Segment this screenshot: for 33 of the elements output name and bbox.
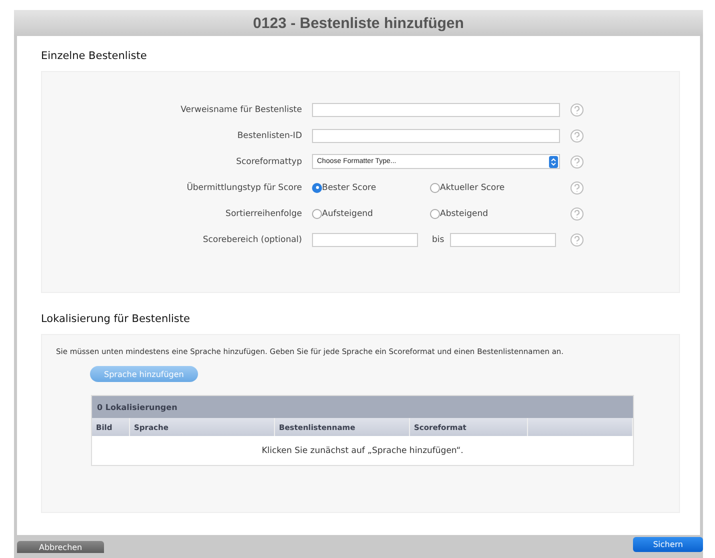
help-icon[interactable] (570, 102, 584, 116)
text-input[interactable] (312, 102, 560, 116)
field-label: Scorebereich (optional) (202, 234, 302, 244)
radio-option[interactable]: Absteigend (430, 208, 548, 218)
field-label: Scoreformattyp (235, 156, 302, 166)
help-icon[interactable] (570, 154, 584, 168)
window-title: 0123 - Bestenliste hinzufügen (253, 14, 464, 32)
cancel-button[interactable]: Abbrechen (17, 541, 104, 553)
field-label: Übermittlungstyp für Score (186, 182, 302, 192)
radio-icon[interactable] (430, 182, 440, 192)
range-separator: bis (432, 234, 444, 244)
help-icon[interactable] (570, 232, 584, 246)
help-icon[interactable] (570, 206, 584, 220)
field-label: Bestenlisten-ID (236, 130, 302, 140)
radio-icon[interactable] (312, 208, 322, 218)
help-icon[interactable] (570, 180, 584, 194)
stepper-icon (549, 156, 558, 168)
range-to-input[interactable] (450, 232, 556, 246)
field-label: Sortierreihenfolge (224, 208, 302, 218)
save-button[interactable]: Sichern (633, 537, 703, 552)
help-icon[interactable] (570, 128, 584, 142)
radio-icon[interactable] (430, 208, 440, 218)
radio-option[interactable]: Aufsteigend (312, 208, 430, 218)
section-title: Einzelne Bestenliste (41, 50, 148, 62)
table-title: 0 Lokalisierungen (97, 402, 178, 412)
radio-option[interactable]: Bester Score (312, 182, 430, 192)
radio-option[interactable]: Aktueller Score (430, 182, 548, 192)
text-input[interactable] (312, 128, 560, 142)
radio-icon[interactable] (312, 182, 322, 192)
field-label: Verweisname für Bestenliste (180, 104, 302, 114)
empty-message: Klicken Sie zunächst auf „Sprache hinzufügen“. (260, 444, 464, 458)
section-title: Lokalisierung für Bestenliste (41, 313, 191, 325)
range-from-input[interactable] (312, 232, 418, 246)
